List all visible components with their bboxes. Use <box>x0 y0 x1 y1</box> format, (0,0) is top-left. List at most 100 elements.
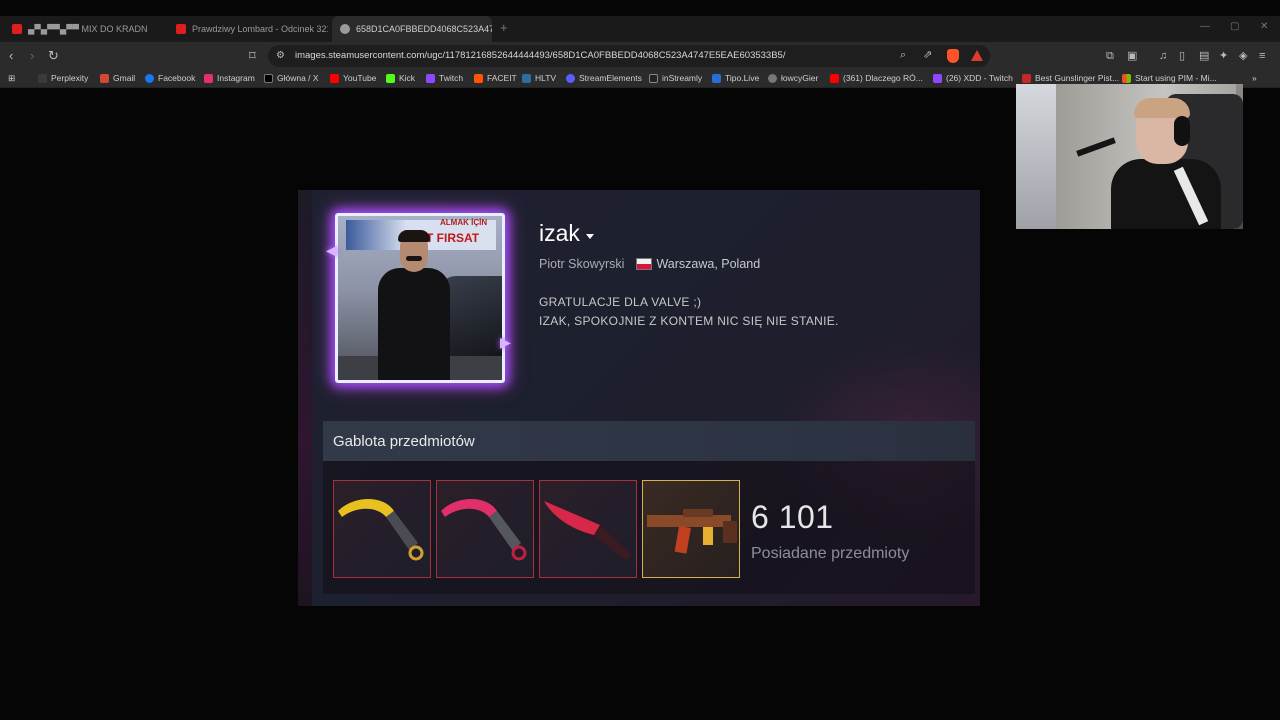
bookmark-perplexity[interactable]: Perplexity <box>38 73 88 83</box>
navigation-bar: ‹ › ↻ ⌑ ⚙ images.steamusercontent.com/ug… <box>0 42 1280 70</box>
showcase-header: Gablota przedmiotów <box>323 421 975 461</box>
maximize-icon[interactable]: ▢ <box>1230 21 1239 32</box>
real-name: Piotr Skowyrski <box>539 257 625 271</box>
site-info-icon[interactable]: ⚙ <box>276 48 285 64</box>
bookmark-label: YouTube <box>343 73 377 83</box>
bookmark-x[interactable]: Główna / X <box>264 73 319 83</box>
brave-shields-icon[interactable] <box>947 49 959 63</box>
bookmark-twitch[interactable]: Twitch <box>426 73 463 83</box>
bookmark-label: Start using PIM - Mi... <box>1135 73 1217 83</box>
showcase-item-knife-crimson[interactable] <box>539 480 637 578</box>
bookmark-hltv[interactable]: HLTV <box>522 73 556 83</box>
minimize-icon[interactable]: — <box>1200 21 1210 32</box>
tab-label: Prawdziwy Lombard - Odcinek 321 <box>192 24 328 34</box>
bookmark-gunslinger[interactable]: Best Gunslinger Pist... <box>1022 73 1119 83</box>
bookmark-label: FACEIT <box>487 73 517 83</box>
bookmark-icon[interactable]: ⌑ <box>249 48 256 64</box>
showcase-title: Gablota przedmiotów <box>333 433 475 450</box>
bookmark-label: inStreamly <box>662 73 703 83</box>
tab-image-active[interactable]: 658D1CA0FBBEDD4068C523A47 ✕ <box>332 16 492 42</box>
bookmark-label: StreamElements <box>579 73 642 83</box>
back-icon[interactable]: ‹ <box>9 48 13 64</box>
steam-profile-card: ALMAK İÇİN T FIRSAT ◀ ▶ izak Piotr Skowy… <box>298 190 980 606</box>
brave-rewards-icon[interactable] <box>971 49 983 61</box>
gunslinger-icon <box>1022 73 1031 83</box>
url-text[interactable]: images.steamusercontent.com/ugc/11781216… <box>295 50 785 61</box>
bookmark-label: Perplexity <box>51 73 89 83</box>
share-icon[interactable]: ⇗ <box>923 47 932 63</box>
avatar-photo: ALMAK İÇİN T FIRSAT <box>338 216 502 380</box>
bookmark-instreamly[interactable]: inStreamly <box>649 73 702 83</box>
leo-icon[interactable]: ✦ <box>1219 48 1228 64</box>
webcam-hair <box>1134 98 1190 118</box>
bookmark-youtube-video[interactable]: (361) Dlaczego RÓ... <box>830 73 923 83</box>
summary-line: IZAK, SPOKOJNIE Z KONTEM NIC SIĘ NIE STA… <box>539 314 839 328</box>
webcam-window <box>1016 84 1060 229</box>
showcase-item-karambit-pink[interactable] <box>436 480 534 578</box>
bookmark-label: Best Gunslinger Pist... <box>1035 73 1120 83</box>
tab-label: 658D1CA0FBBEDD4068C523A47 <box>356 24 492 34</box>
bookmark-label: łowcyGier <box>781 73 819 83</box>
bookmark-label: Twitch <box>439 73 464 83</box>
headset-icon <box>1174 116 1190 146</box>
summary-line: GRATULACJE DLA VALVE ;) <box>539 295 702 309</box>
avatar[interactable]: ALMAK İÇİN T FIRSAT <box>335 213 505 383</box>
translate-icon[interactable]: ▣ <box>1127 48 1137 64</box>
bookmark-gmail[interactable]: Gmail <box>100 73 135 83</box>
bookmark-streamelements[interactable]: StreamElements <box>566 73 642 83</box>
bookmark-lowcygier[interactable]: łowcyGier <box>768 73 818 83</box>
tab-mix[interactable]: ▄▀▄▀▀▄▀▀ MIX DO KRADN <box>4 16 164 42</box>
frame-left-arrow-icon: ◀ <box>326 242 337 258</box>
bookmark-pim[interactable]: Start using PIM - Mi... <box>1122 73 1217 83</box>
caret-down-icon[interactable] <box>585 234 594 239</box>
location: Warszawa, Poland <box>656 257 761 271</box>
bookmark-label: Główna / X <box>277 73 319 83</box>
bookmark-label: HLTV <box>535 73 557 83</box>
x-icon <box>264 73 273 83</box>
bookmark-twitch-xdd[interactable]: (26) XDD - Twitch <box>933 73 1013 83</box>
bookmark-youtube[interactable]: YouTube <box>330 73 376 83</box>
extensions-icon[interactable]: ⧉ <box>1106 48 1114 64</box>
sign-text: T FIRSAT <box>426 231 480 245</box>
karambit-icon <box>441 499 527 561</box>
more-bookmarks-icon[interactable]: » <box>1252 73 1257 83</box>
item-showcase: 6 101 Posiadane przedmioty <box>323 461 975 594</box>
bookmark-label: Tipo.Live <box>725 73 760 83</box>
bookmark-tipo[interactable]: Tipo.Live <box>712 73 759 83</box>
bookmark-label: Gmail <box>113 73 136 83</box>
sign-top-text: ALMAK İÇİN <box>440 218 488 227</box>
tipo-icon <box>712 73 721 83</box>
tab-lombard[interactable]: Prawdziwy Lombard - Odcinek 321 <box>168 16 328 42</box>
username[interactable]: izak <box>539 220 580 247</box>
youtube-icon <box>330 73 339 83</box>
bookmark-facebook[interactable]: Facebook <box>145 73 195 83</box>
forward-icon[interactable]: › <box>30 48 34 64</box>
username-row[interactable]: izak <box>539 220 594 247</box>
new-tab-button[interactable]: + <box>500 20 508 35</box>
bookmark-instagram[interactable]: Instagram <box>204 73 255 83</box>
facebook-icon <box>145 73 154 83</box>
reload-icon[interactable]: ↻ <box>48 48 59 64</box>
realname-row: Piotr Skowyrski Warszawa, Poland <box>539 257 760 271</box>
bookmark-faceit[interactable]: FACEIT <box>474 73 517 83</box>
showcase-item-m4-rifle[interactable] <box>642 480 740 578</box>
youtube-icon <box>176 24 186 34</box>
sidebar-icon[interactable]: ▯ <box>1179 48 1185 64</box>
music-icon[interactable]: ♫ <box>1159 48 1167 64</box>
showcase-item-karambit-yellow[interactable] <box>333 480 431 578</box>
vpn-icon[interactable]: ◈ <box>1239 48 1247 64</box>
bookmark-label: (361) Dlaczego RÓ... <box>843 73 923 83</box>
poland-flag-icon <box>636 258 653 270</box>
wallet-icon[interactable]: ▤ <box>1199 48 1209 64</box>
tab-bar: ▄▀▄▀▀▄▀▀ MIX DO KRADN Prawdziwy Lombard … <box>0 16 1280 42</box>
knife-icon <box>544 501 632 561</box>
window-close-icon[interactable]: ✕ <box>1260 21 1268 32</box>
lowcygier-icon <box>768 73 777 83</box>
zoom-icon[interactable]: ⌕ <box>900 47 906 63</box>
address-bar[interactable]: ⚙ images.steamusercontent.com/ugc/117812… <box>268 45 990 67</box>
bookmark-kick[interactable]: Kick <box>386 73 415 83</box>
globe-icon <box>340 24 350 34</box>
apps-icon[interactable]: ⊞ <box>8 73 15 84</box>
person-hair <box>398 230 430 242</box>
menu-icon[interactable]: ≡ <box>1259 48 1265 64</box>
